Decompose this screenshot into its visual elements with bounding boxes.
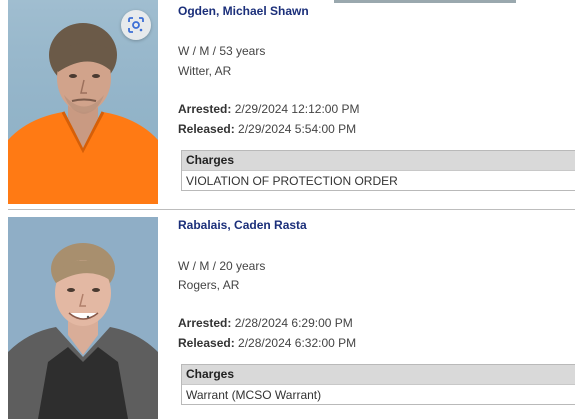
inmate-name[interactable]: Ogden, Michael Shawn [178,4,309,18]
inmate-name[interactable]: Rabalais, Caden Rasta [178,218,307,232]
charge-item: Warrant (MCSO Warrant) [182,384,575,405]
demographics: W / M / 20 years [178,259,266,273]
inmate-record: Ogden, Michael Shawn W / M / 53 years Wi… [0,0,575,208]
inmate-record: Rabalais, Caden Rasta W / M / 20 years R… [0,211,575,419]
released-row: Released: 2/29/2024 5:54:00 PM [178,122,356,136]
demographics: W / M / 53 years [178,44,266,58]
mugshot-photo[interactable] [8,217,158,419]
google-lens-icon [128,17,144,33]
lens-search-button[interactable] [121,10,151,40]
mugshot-image [8,217,158,419]
charges-table: Charges Warrant (MCSO Warrant) [181,364,575,405]
arrested-row: Arrested: 2/28/2024 6:29:00 PM [178,316,353,330]
released-label: Released: [178,336,235,350]
charges-header: Charges [182,365,575,384]
arrested-value: 2/29/2024 12:12:00 PM [234,102,360,116]
released-value: 2/28/2024 6:32:00 PM [238,336,357,350]
arrested-label: Arrested: [178,102,232,116]
record-divider [8,209,575,210]
released-label: Released: [178,122,235,136]
released-row: Released: 2/28/2024 6:32:00 PM [178,336,356,350]
charges-table: Charges VIOLATION OF PROTECTION ORDER [181,150,575,191]
arrested-label: Arrested: [178,316,232,330]
city: Rogers, AR [178,278,240,292]
city: Witter, AR [178,64,232,78]
released-value: 2/29/2024 5:54:00 PM [238,122,357,136]
charge-item: VIOLATION OF PROTECTION ORDER [182,170,575,191]
arrested-value: 2/28/2024 6:29:00 PM [234,316,353,330]
arrested-row: Arrested: 2/29/2024 12:12:00 PM [178,102,359,116]
charges-header: Charges [182,151,575,170]
mugshot-photo[interactable] [8,0,158,204]
